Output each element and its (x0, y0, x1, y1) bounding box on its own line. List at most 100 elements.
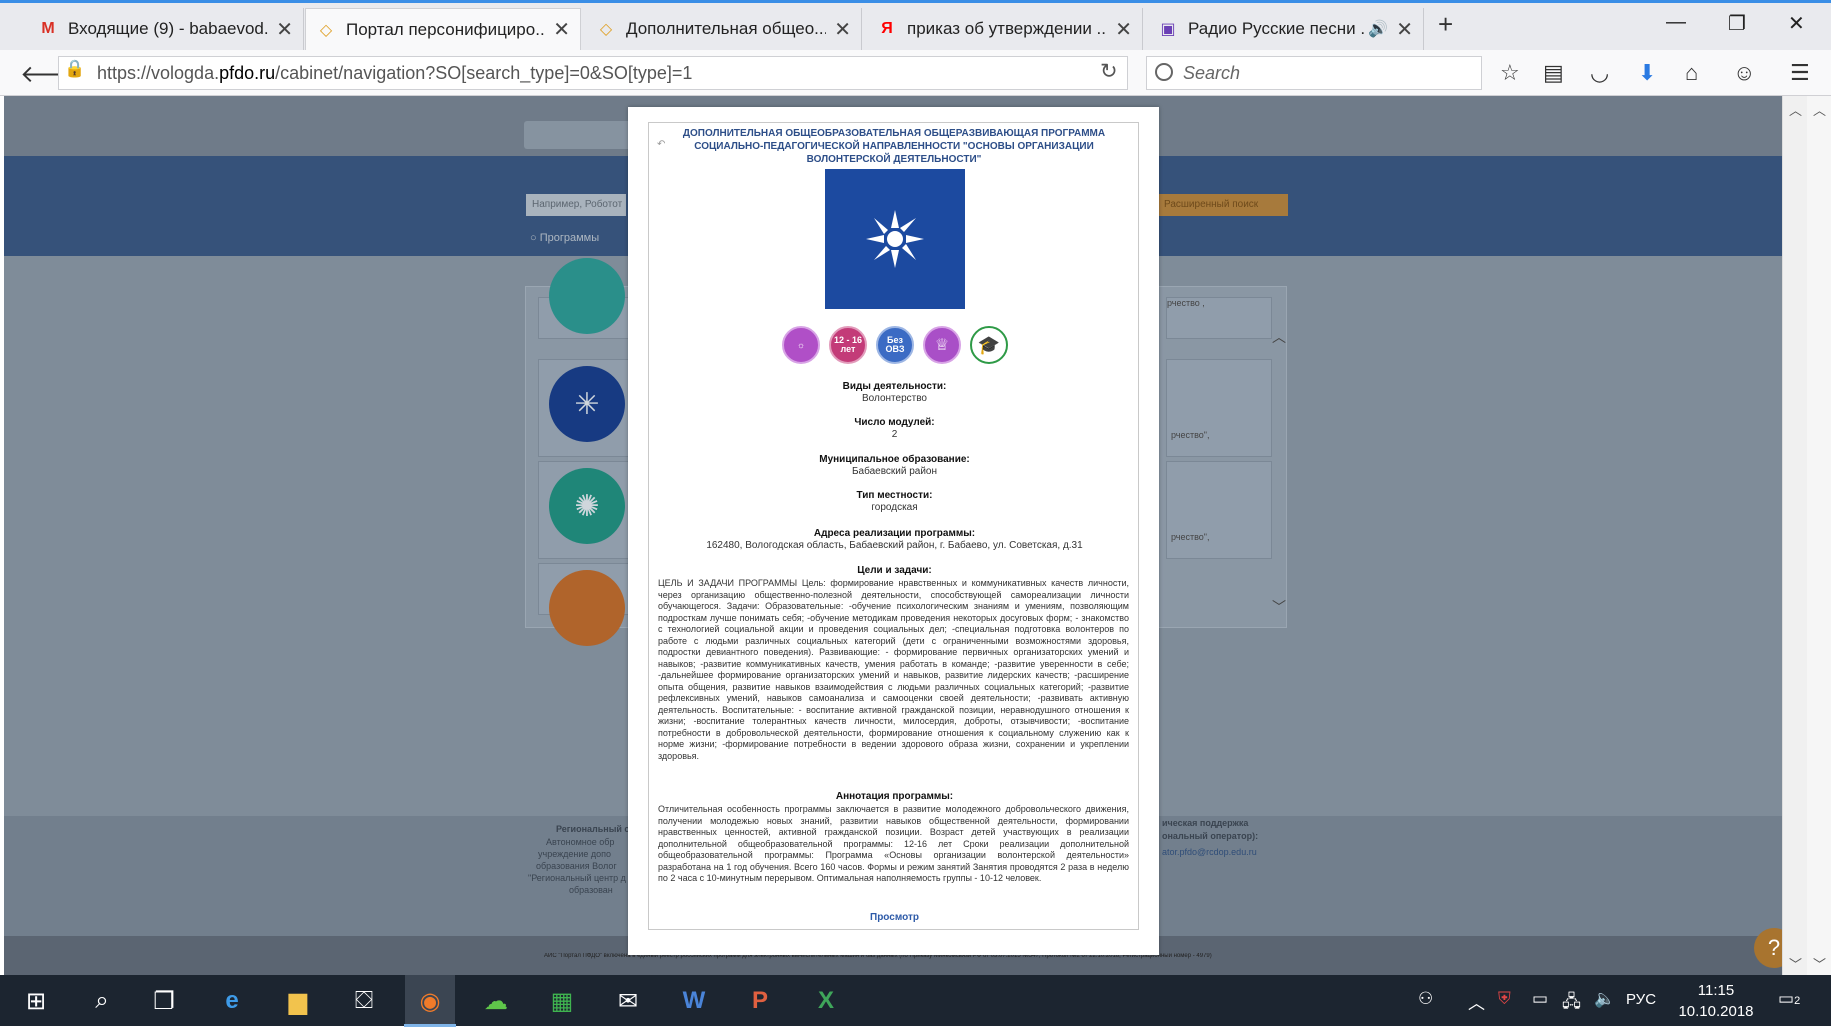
cloud-app-icon[interactable]: ☁ (478, 983, 514, 1019)
url-bar[interactable]: https://vologda. pfdo.ru/cabinet/navigati… (58, 56, 1128, 90)
tab-program[interactable]: ◇ Дополнительная общео... ✕ (586, 8, 862, 50)
chevron-down-icon[interactable]: ﹀ (1272, 597, 1286, 617)
task-view-icon[interactable]: ❐ (146, 983, 182, 1019)
ovz-badge: Без ОВЗ (876, 326, 914, 364)
program-search-input[interactable]: Например, Роботот (526, 194, 626, 216)
close-icon[interactable]: ✕ (1115, 17, 1132, 42)
people-icon[interactable]: ⚇ (1418, 989, 1433, 1009)
view-link[interactable]: Просмотр (649, 912, 1140, 923)
program-thumb (549, 258, 625, 334)
windows-taskbar: ⊞ ⌕ ❐ e ▆ ⛋ ◉ ☁ ▦ ✉ W P X ⚇ ︿ ⛨ ▭ 🖧 🔈 РУ… (0, 975, 1831, 1027)
tab-title: приказ об утверждении ... (907, 19, 1108, 38)
list-item[interactable] (538, 258, 630, 339)
network-icon[interactable]: 🖧 (1562, 989, 1581, 1018)
security-shield-icon[interactable]: ⛨ (1498, 989, 1511, 1009)
municipality-field: Муниципальное образование: Бабаевский ра… (649, 454, 1140, 478)
store-icon[interactable]: ⛋ (346, 983, 382, 1019)
tab-yandex[interactable]: Я приказ об утверждении ... ✕ (867, 8, 1143, 50)
close-icon[interactable]: ✕ (834, 17, 851, 42)
download-icon[interactable]: ⬇ (1638, 60, 1656, 86)
modules-label: Число модулей: (854, 417, 935, 428)
chat-icon[interactable]: ☺ (1733, 60, 1755, 86)
excel-icon[interactable]: X (808, 983, 844, 1019)
new-tab-button[interactable]: + (1438, 9, 1453, 40)
gmail-icon: M (41, 20, 55, 37)
footer-text: ональный оператор): (1162, 831, 1259, 841)
program-thumb: ✺ (549, 468, 625, 544)
word-icon[interactable]: W (676, 983, 712, 1019)
tab-gmail[interactable]: M Входящие (9) - babaevod... ✕ (28, 8, 304, 50)
close-icon[interactable]: ✕ (1396, 17, 1413, 42)
battery-icon[interactable]: ▭ (1532, 989, 1548, 1009)
search-icon[interactable]: ⌕ (84, 983, 120, 1019)
home-icon[interactable]: ⌂ (1685, 60, 1698, 86)
activity-field: Виды деятельности: Волонтерство (649, 381, 1140, 405)
program-detail-modal: ↶ ДОПОЛНИТЕЛЬНАЯ ОБЩЕОБРАЗОВАТЕЛЬНАЯ ОБЩ… (628, 107, 1159, 955)
spreadsheet-app-icon[interactable]: ▦ (544, 983, 580, 1019)
speaker-icon[interactable]: 🔊 (1368, 19, 1388, 39)
reading-list-icon[interactable]: ▤ (1543, 60, 1564, 86)
page-scrollbar[interactable]: ︿ ﹀ (1782, 96, 1808, 975)
chevron-down-icon[interactable]: ﹀ (1813, 954, 1826, 973)
url-domain: pfdo.ru (219, 62, 276, 83)
tab-strip: M Входящие (9) - babaevod... ✕ ◇ Портал … (0, 0, 1831, 50)
file-explorer-icon[interactable]: ▆ (280, 983, 316, 1019)
url-prefix: https://vologda. (97, 62, 220, 83)
powerpoint-icon[interactable]: P (742, 983, 778, 1019)
system-clock[interactable]: 11:15 10.10.2018 (1676, 980, 1756, 1022)
windows-start-icon[interactable]: ⊞ (18, 983, 54, 1019)
area-type-label: Тип местности: (856, 490, 933, 501)
menu-icon[interactable]: ☰ (1790, 60, 1810, 86)
advanced-search-button[interactable]: Расширенный поиск (1154, 194, 1288, 216)
list-item[interactable]: рчество , (1166, 297, 1272, 339)
close-icon[interactable]: ✕ (553, 17, 570, 42)
browser-scrollbar[interactable]: ︿ ﹀ (1807, 96, 1831, 975)
age-badge: 12 - 16 лет (829, 326, 867, 364)
footer-email[interactable]: ator.pfdo@rcdop.edu.ru (1162, 847, 1257, 857)
chevron-up-icon[interactable]: ︿ (1468, 989, 1485, 1014)
footer-text: ическая поддержка (1162, 818, 1249, 828)
search-input[interactable]: Search (1146, 56, 1482, 90)
sun-icon: ☼ (782, 326, 820, 364)
notification-center-icon[interactable]: ▭2 (1778, 989, 1800, 1009)
search-placeholder: Search (1183, 62, 1241, 83)
list-item[interactable]: ✳ (538, 359, 630, 457)
activity-label: Виды деятельности: (842, 381, 947, 392)
list-item[interactable]: рчество", (1166, 359, 1272, 457)
pocket-icon[interactable]: ◡ (1590, 60, 1609, 86)
volume-icon[interactable]: 🔈 (1594, 989, 1615, 1009)
close-window-button[interactable]: ✕ (1788, 11, 1805, 36)
address-field: Адреса реализации программы: 162480, Вол… (649, 528, 1140, 552)
lock-icon[interactable]: 🔒 (64, 59, 85, 79)
mail-icon[interactable]: ✉ (610, 983, 646, 1019)
site-logo[interactable] (524, 121, 634, 149)
program-title: ДОПОЛНИТЕЛЬНАЯ ОБЩЕОБРАЗОВАТЕЛЬНАЯ ОБЩЕР… (682, 128, 1106, 165)
reload-icon[interactable]: ↻ (1100, 59, 1118, 84)
program-thumb (549, 570, 625, 646)
tab-radio[interactable]: ▣ Радио Русские песни ... 🔊 ✕ (1148, 8, 1424, 50)
tab-pfdo-portal[interactable]: ◇ Портал персонифициро... ✕ (305, 8, 581, 50)
firefox-icon[interactable]: ◉ (404, 983, 456, 1027)
bookmark-star-icon[interactable]: ☆ (1500, 60, 1520, 86)
language-indicator[interactable]: РУС (1626, 991, 1656, 1008)
list-item[interactable] (538, 563, 630, 646)
list-item[interactable]: ✺ (538, 461, 630, 559)
restore-button[interactable]: ❐ (1728, 11, 1746, 36)
program-document: ↶ ДОПОЛНИТЕЛЬНАЯ ОБЩЕОБРАЗОВАТЕЛЬНАЯ ОБЩ… (648, 122, 1139, 930)
chevron-down-icon[interactable]: ﹀ (1789, 954, 1802, 973)
chevron-up-icon[interactable]: ︿ (1272, 327, 1286, 347)
age-badge-text: 12 - 16 лет (833, 335, 863, 354)
footer-text: "Региональный центр д (528, 873, 626, 883)
close-icon[interactable]: ✕ (276, 17, 293, 42)
clock-time: 11:15 (1697, 982, 1735, 999)
chevron-up-icon[interactable]: ︿ (1813, 100, 1826, 119)
volunteer-hands-icon (866, 210, 924, 268)
chevron-up-icon[interactable]: ︿ (1789, 100, 1802, 119)
annotation-text: Отличительная особенность программы закл… (658, 804, 1129, 883)
minimize-button[interactable]: — (1666, 11, 1686, 34)
programs-radio[interactable]: ○ Программы (530, 232, 599, 244)
yandex-icon: Я (881, 20, 893, 37)
list-item[interactable]: рчество", (1166, 461, 1272, 559)
edge-icon[interactable]: e (214, 983, 250, 1019)
clock-date: 10.10.2018 (1678, 1003, 1754, 1020)
